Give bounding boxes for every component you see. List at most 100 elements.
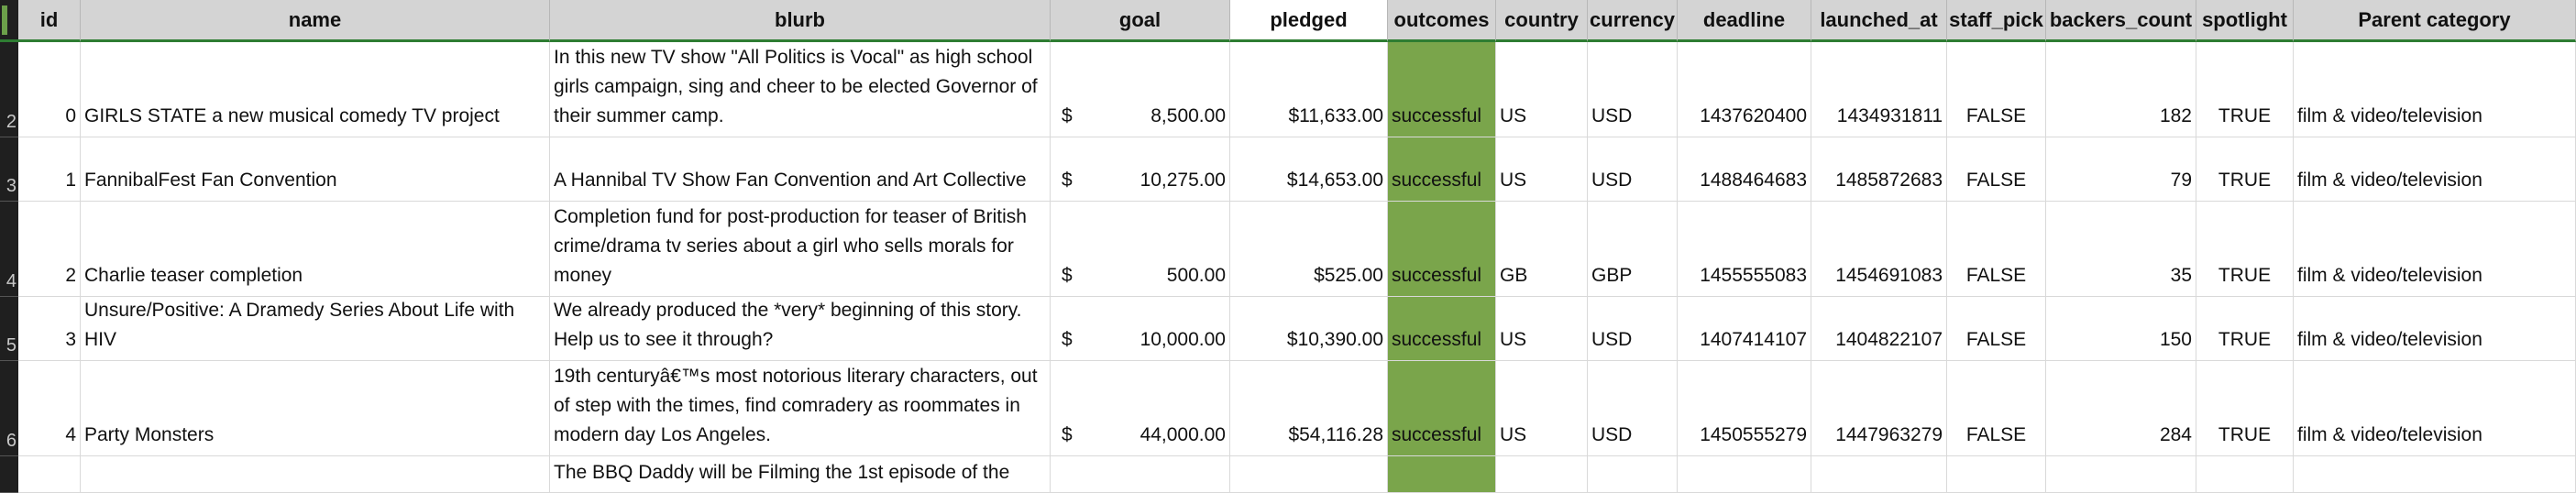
cell-country[interactable]: US: [1496, 361, 1588, 456]
cell-country[interactable]: US: [1496, 42, 1588, 137]
cell-name[interactable]: GIRLS STATE a new musical comedy TV proj…: [81, 42, 550, 137]
cell-staff-pick[interactable]: [1947, 456, 2046, 493]
cell-launched-at[interactable]: 1434931811: [1811, 42, 1947, 137]
row-number[interactable]: 5: [0, 297, 18, 361]
cell-backers-count[interactable]: 35: [2046, 202, 2196, 297]
cell-currency[interactable]: [1588, 456, 1678, 493]
cell-goal[interactable]: $8,500.00: [1051, 42, 1230, 137]
cell-spotlight[interactable]: TRUE: [2196, 42, 2294, 137]
column-header-deadline[interactable]: deadline: [1678, 0, 1811, 42]
cell-outcomes[interactable]: [1388, 456, 1496, 493]
cell-deadline[interactable]: 1450555279: [1678, 361, 1811, 456]
cell-blurb[interactable]: We already produced the *very* beginning…: [550, 297, 1051, 361]
column-header-spotlight[interactable]: spotlight: [2196, 0, 2294, 42]
cell-staff-pick[interactable]: FALSE: [1947, 361, 2046, 456]
cell-backers-count[interactable]: [2046, 456, 2196, 493]
cell-spotlight[interactable]: TRUE: [2196, 202, 2294, 297]
cell-goal[interactable]: $10,000.00: [1051, 297, 1230, 361]
cell-pledged[interactable]: $14,653.00: [1230, 137, 1388, 202]
cell-blurb[interactable]: Completion fund for post-production for …: [550, 202, 1051, 297]
cell-currency[interactable]: USD: [1588, 361, 1678, 456]
cell-parent-category[interactable]: film & video/television: [2294, 361, 2576, 456]
cell-deadline[interactable]: 1488464683: [1678, 137, 1811, 202]
cell-outcomes[interactable]: successful: [1388, 137, 1496, 202]
column-header-currency[interactable]: currency: [1588, 0, 1678, 42]
row-number[interactable]: 4: [0, 202, 18, 297]
cell-backers-count[interactable]: 150: [2046, 297, 2196, 361]
cell-pledged[interactable]: $10,390.00: [1230, 297, 1388, 361]
select-all-corner[interactable]: [0, 0, 18, 42]
cell-launched-at[interactable]: [1811, 456, 1947, 493]
cell-spotlight[interactable]: TRUE: [2196, 137, 2294, 202]
cell-goal[interactable]: $10,275.00: [1051, 137, 1230, 202]
cell-parent-category[interactable]: film & video/television: [2294, 42, 2576, 137]
cell-country[interactable]: [1496, 456, 1588, 493]
cell-deadline[interactable]: 1437620400: [1678, 42, 1811, 137]
column-header-name[interactable]: name: [81, 0, 550, 42]
cell-id[interactable]: 4: [18, 361, 81, 456]
cell-currency[interactable]: USD: [1588, 42, 1678, 137]
cell-deadline[interactable]: 1407414107: [1678, 297, 1811, 361]
cell-id[interactable]: 3: [18, 297, 81, 361]
cell-country[interactable]: GB: [1496, 202, 1588, 297]
cell-blurb[interactable]: A Hannibal TV Show Fan Convention and Ar…: [550, 137, 1051, 202]
row-number[interactable]: 6: [0, 361, 18, 456]
cell-launched-at[interactable]: 1454691083: [1811, 202, 1947, 297]
column-header-parent-category[interactable]: Parent category: [2294, 0, 2576, 42]
cell-backers-count[interactable]: 284: [2046, 361, 2196, 456]
cell-spotlight[interactable]: TRUE: [2196, 361, 2294, 456]
cell-launched-at[interactable]: 1447963279: [1811, 361, 1947, 456]
cell-pledged[interactable]: $525.00: [1230, 202, 1388, 297]
cell-outcomes[interactable]: successful: [1388, 202, 1496, 297]
cell-name[interactable]: Party Monsters: [81, 361, 550, 456]
cell-parent-category[interactable]: [2294, 456, 2576, 493]
cell-pledged[interactable]: $11,633.00: [1230, 42, 1388, 137]
cell-id[interactable]: [18, 456, 81, 493]
column-header-goal[interactable]: goal: [1051, 0, 1230, 42]
cell-name[interactable]: [81, 456, 550, 493]
cell-id[interactable]: 2: [18, 202, 81, 297]
cell-blurb[interactable]: In this new TV show "All Politics is Voc…: [550, 42, 1051, 137]
cell-name[interactable]: Charlie teaser completion: [81, 202, 550, 297]
cell-outcomes[interactable]: successful: [1388, 297, 1496, 361]
cell-name[interactable]: Unsure/Positive: A Dramedy Series About …: [81, 297, 550, 361]
cell-currency[interactable]: GBP: [1588, 202, 1678, 297]
cell-outcomes[interactable]: successful: [1388, 361, 1496, 456]
cell-blurb[interactable]: 19th centuryâ€™s most notorious literary…: [550, 361, 1051, 456]
cell-staff-pick[interactable]: FALSE: [1947, 202, 2046, 297]
cell-parent-category[interactable]: film & video/television: [2294, 297, 2576, 361]
cell-goal[interactable]: $44,000.00: [1051, 361, 1230, 456]
cell-country[interactable]: US: [1496, 297, 1588, 361]
column-header-outcomes[interactable]: outcomes: [1388, 0, 1496, 42]
cell-deadline[interactable]: 1455555083: [1678, 202, 1811, 297]
cell-currency[interactable]: USD: [1588, 297, 1678, 361]
column-header-blurb[interactable]: blurb: [550, 0, 1051, 42]
column-header-launched-at[interactable]: launched_at: [1811, 0, 1947, 42]
spreadsheet[interactable]: id name blurb goal pledged outcomes coun…: [0, 0, 2576, 493]
column-header-pledged[interactable]: pledged: [1230, 0, 1388, 42]
column-header-country[interactable]: country: [1496, 0, 1588, 42]
cell-backers-count[interactable]: 79: [2046, 137, 2196, 202]
cell-currency[interactable]: USD: [1588, 137, 1678, 202]
cell-parent-category[interactable]: film & video/television: [2294, 202, 2576, 297]
cell-pledged[interactable]: [1230, 456, 1388, 493]
row-number[interactable]: [0, 456, 18, 493]
cell-pledged[interactable]: $54,116.28: [1230, 361, 1388, 456]
column-header-backers-count[interactable]: backers_count: [2046, 0, 2196, 42]
cell-id[interactable]: 1: [18, 137, 81, 202]
cell-blurb[interactable]: The BBQ Daddy will be Filming the 1st ep…: [550, 456, 1051, 493]
column-header-staff-pick[interactable]: staff_pick: [1947, 0, 2046, 42]
cell-deadline[interactable]: [1678, 456, 1811, 493]
cell-backers-count[interactable]: 182: [2046, 42, 2196, 137]
cell-country[interactable]: US: [1496, 137, 1588, 202]
cell-spotlight[interactable]: TRUE: [2196, 297, 2294, 361]
cell-staff-pick[interactable]: FALSE: [1947, 137, 2046, 202]
cell-goal[interactable]: [1051, 456, 1230, 493]
cell-goal[interactable]: $500.00: [1051, 202, 1230, 297]
cell-launched-at[interactable]: 1404822107: [1811, 297, 1947, 361]
cell-staff-pick[interactable]: FALSE: [1947, 42, 2046, 137]
cell-outcomes[interactable]: successful: [1388, 42, 1496, 137]
row-number[interactable]: 2: [0, 42, 18, 137]
cell-staff-pick[interactable]: FALSE: [1947, 297, 2046, 361]
cell-parent-category[interactable]: film & video/television: [2294, 137, 2576, 202]
